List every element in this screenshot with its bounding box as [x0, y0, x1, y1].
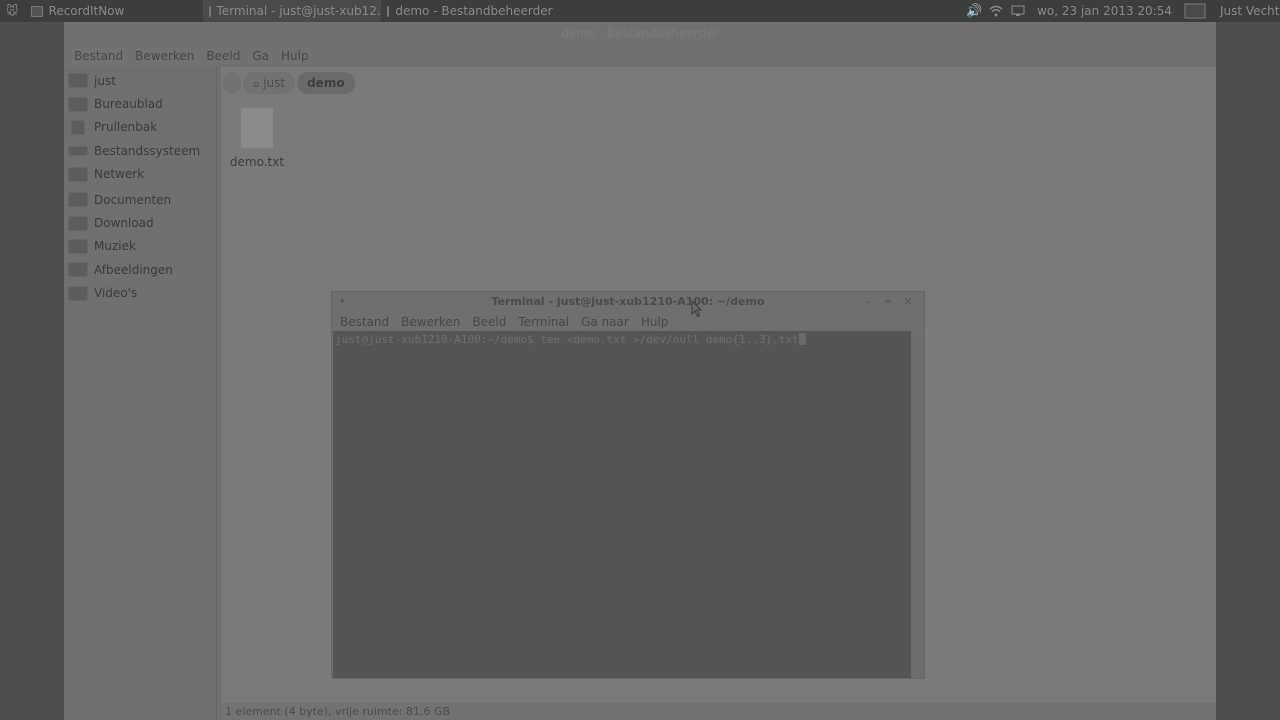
folder-icon — [68, 285, 88, 301]
close-icon[interactable]: ✕ — [898, 292, 918, 312]
home-folder-icon: ⌂ — [253, 79, 260, 90]
taskbar-item-recorditnow[interactable]: RecordItNow — [25, 0, 203, 22]
sidebar-item-prullenbak[interactable]: Prullenbak — [64, 116, 216, 139]
sidebar: just Bureaublad Prullenbak Bestandssyste… — [64, 67, 217, 720]
minimize-icon[interactable]: – — [858, 292, 878, 312]
file-name: demo.txt — [229, 155, 285, 169]
home-folder-icon — [68, 73, 88, 89]
window-title: demo - Bestandbeheerder — [561, 26, 719, 40]
sidebar-item-documenten[interactable]: Documenten — [64, 188, 216, 211]
menubar: Bestand Bewerken Beeld Ga Hulp — [64, 45, 1216, 67]
term-menu-beeld[interactable]: Beeld — [466, 315, 512, 329]
terminal-window[interactable]: ▾ Terminal - just@just-xub1210-A100: ~/d… — [331, 291, 925, 679]
breadcrumb-demo[interactable]: demo — [297, 72, 355, 94]
trash-icon — [71, 119, 85, 135]
wifi-icon[interactable] — [985, 0, 1007, 22]
sidebar-item-videos[interactable]: Video's — [64, 282, 216, 305]
terminal-titlebar[interactable]: ▾ Terminal - just@just-xub1210-A100: ~/d… — [332, 292, 924, 312]
display-icon[interactable] — [1007, 0, 1029, 22]
breadcrumb-just[interactable]: ⌂ just — [243, 72, 296, 94]
term-menu-terminal[interactable]: Terminal — [512, 315, 575, 329]
sidebar-item-download[interactable]: Download — [64, 211, 216, 234]
user-menu[interactable]: Just Vecht — [1210, 0, 1280, 22]
window-menu-icon[interactable]: ▾ — [340, 292, 345, 312]
app-menu-button[interactable]: 🐭 — [0, 0, 25, 22]
sidebar-item-afbeeldingen[interactable]: Afbeeldingen — [64, 258, 216, 281]
term-menu-bewerken[interactable]: Bewerken — [395, 315, 466, 329]
term-menu-bestand[interactable]: Bestand — [334, 315, 395, 329]
volume-icon[interactable]: 🔊 — [963, 0, 985, 22]
folder-icon — [68, 192, 88, 208]
maximize-icon[interactable]: + — [878, 292, 898, 312]
folder-icon — [68, 238, 88, 254]
show-desktop-icon[interactable] — [1180, 0, 1210, 22]
menu-ga[interactable]: Ga — [246, 49, 275, 63]
network-icon — [68, 166, 88, 182]
clock[interactable]: wo, 23 jan 2013 20:54 — [1029, 0, 1180, 22]
prompt-line: just@just-xub1210-A100:~/demo$ tee <demo… — [335, 333, 799, 346]
text-file-icon — [240, 107, 274, 149]
menu-bestand[interactable]: Bestand — [68, 49, 129, 63]
term-menu-ga-naar[interactable]: Ga naar — [575, 315, 635, 329]
terminal-scrollbar[interactable] — [911, 331, 924, 678]
breadcrumb-root[interactable] — [223, 72, 241, 94]
menu-bewerken[interactable]: Bewerken — [129, 49, 200, 63]
terminal-menubar: Bestand Bewerken Beeld Terminal Ga naar … — [332, 312, 924, 331]
folder-icon — [386, 5, 390, 17]
sidebar-item-netwerk[interactable]: Netwerk — [64, 163, 216, 186]
menu-hulp[interactable]: Hulp — [275, 49, 315, 63]
desktop-icon — [68, 96, 88, 112]
sidebar-item-bestandssysteem[interactable]: Bestandssysteem — [64, 139, 216, 162]
folder-icon — [68, 262, 88, 278]
sidebar-item-bureaublad[interactable]: Bureaublad — [64, 92, 216, 115]
drive-icon — [68, 145, 88, 156]
term-menu-hulp[interactable]: Hulp — [635, 315, 675, 329]
status-bar: 1 element (4 byte), vrije ruimte: 81,6 G… — [221, 703, 1216, 720]
menu-beeld[interactable]: Beeld — [200, 49, 246, 63]
mouse-pointer-icon — [691, 300, 703, 318]
terminal-icon — [208, 5, 211, 17]
file-item[interactable]: demo.txt — [227, 107, 287, 169]
text-cursor — [798, 333, 806, 345]
terminal-output[interactable]: just@just-xub1210-A100:~/demo$ tee <demo… — [333, 331, 911, 678]
sidebar-item-muziek[interactable]: Muziek — [64, 235, 216, 258]
recorder-icon — [30, 5, 43, 17]
sidebar-item-just[interactable]: just — [64, 69, 216, 92]
taskbar-item-terminal[interactable]: Terminal - just@just-xub12... — [202, 0, 381, 22]
terminal-title: Terminal - just@just-xub1210-A100: ~/dem… — [491, 295, 765, 308]
top-panel: 🐭 RecordItNow Terminal - just@just-xub12… — [0, 0, 1280, 22]
mouse-logo-icon: 🐭 — [6, 4, 19, 18]
taskbar-item-filemanager[interactable]: demo - Bestandbeheerder — [381, 0, 559, 22]
folder-icon — [68, 215, 88, 231]
breadcrumb: ⌂ just demo — [221, 67, 1216, 99]
